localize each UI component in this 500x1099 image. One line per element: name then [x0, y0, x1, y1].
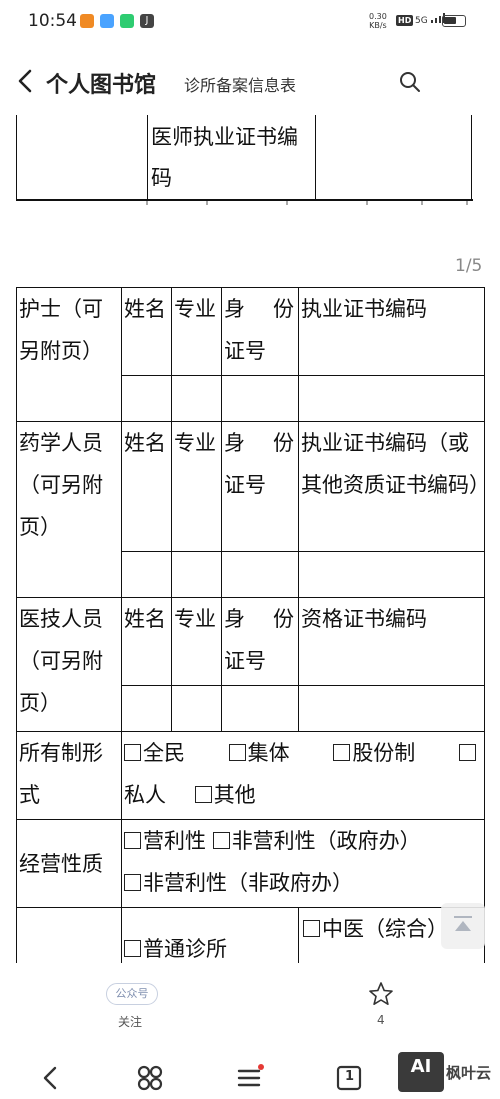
checkbox-icon[interactable] [303, 920, 320, 937]
signal-icon: 5G [415, 13, 445, 26]
option-clinic-general[interactable]: 普通诊所 [121, 907, 299, 963]
status-time: 10:54 [28, 11, 77, 31]
cell-empty[interactable] [298, 375, 485, 422]
checkbox-icon[interactable] [124, 940, 141, 957]
physician-cert-label: 医师执业证书编码 [151, 125, 298, 190]
notification-app-icon [100, 14, 114, 28]
checkbox-icon[interactable] [124, 832, 141, 849]
network-speed-value: 0.30 [369, 12, 387, 21]
cell-empty[interactable] [298, 685, 485, 732]
document-content[interactable]: 医师执业证书编码 1/5 护士（可另附页） 姓名 专业 身份 证号 执业证书编码… [0, 115, 500, 963]
header-name: 姓名 [121, 287, 172, 376]
row-label-pharmacist: 药学人员（可另附页） [16, 421, 122, 598]
favorite-count: 4 [377, 1013, 385, 1027]
header-major: 专业 [171, 421, 222, 552]
search-icon[interactable] [398, 70, 422, 94]
option-ownership[interactable]: 其他 [194, 783, 256, 807]
cell-empty[interactable] [171, 375, 222, 422]
header-cert: 执业证书编码 [298, 287, 485, 376]
clinic-registration-table: 护士（可另附页） 姓名 专业 身份 证号 执业证书编码 药学人员（可另附页） 姓… [16, 287, 485, 963]
header-cert: 执业证书编码（或其他资质证书编码） [298, 421, 485, 552]
network-speed-unit: KB/s [369, 21, 387, 30]
checkbox-icon[interactable] [228, 744, 246, 761]
star-icon[interactable] [368, 981, 394, 1007]
follow-label[interactable]: 关注 [118, 1013, 142, 1030]
table-row: 经营性质 营利性 非营利性（政府办） 非营利性（非政府办） [16, 819, 485, 908]
header-cert: 资格证书编码 [298, 597, 485, 686]
row-label-medtech: 医技人员（可另附页） [16, 597, 122, 732]
notification-app-icon [120, 14, 134, 28]
table-row: 所有制形式 全民 集体 股份制 私人 其他 [16, 731, 485, 820]
nav-shortcut-icon[interactable] [135, 1063, 165, 1093]
row-label-ownership: 所有制形式 [16, 731, 122, 820]
arrow-up-icon [454, 916, 472, 931]
business-options: 营利性 非营利性（政府办） 非营利性（非政府办） [121, 819, 485, 908]
header-id: 身份 证号 [221, 421, 299, 552]
page-indicator: 1/5 [455, 256, 483, 276]
follow-official-account-button[interactable]: 公众号 [106, 983, 158, 1005]
previous-page-fragment: 医师执业证书编码 [16, 115, 473, 205]
cell-empty[interactable] [171, 685, 222, 732]
app-title[interactable]: 个人图书馆 [46, 67, 156, 99]
cell-empty[interactable] [221, 375, 299, 422]
status-bar: 10:54 J 0.30 KB/s HD 5G [0, 0, 500, 44]
checkbox-icon[interactable] [212, 832, 230, 849]
battery-icon [442, 15, 466, 27]
header-major: 专业 [171, 287, 222, 376]
header-id: 身份 证号 [221, 597, 299, 686]
row-label-business: 经营性质 [16, 819, 122, 908]
cell-empty[interactable] [121, 685, 172, 732]
header-id: 身份 证号 [221, 287, 299, 376]
cell-empty[interactable] [171, 551, 222, 598]
header-name: 姓名 [121, 597, 172, 686]
header-name: 姓名 [121, 421, 172, 552]
tab-count: 1 [345, 1069, 355, 1084]
checkbox-icon[interactable] [333, 744, 351, 761]
table-row: 普通诊所 中医（综合） [16, 907, 485, 963]
checkbox-icon[interactable] [458, 744, 476, 761]
back-arrow-icon[interactable] [14, 66, 40, 96]
option-business[interactable]: 非营利性（非政府办） [124, 871, 353, 895]
page-edge-ticks [146, 201, 468, 205]
option-ownership[interactable]: 集体 [228, 733, 290, 775]
row-label-clinic-type [16, 907, 122, 963]
watermark-logo: AI [398, 1052, 444, 1092]
watermark: AI 枫叶云 [398, 1052, 491, 1092]
network-speed: 0.30 KB/s [369, 12, 387, 30]
option-ownership[interactable]: 全民 [124, 733, 185, 775]
action-bar: 公众号 关注 4 [0, 963, 500, 1035]
cell-empty[interactable] [121, 375, 172, 422]
table-row: 药学人员（可另附页） 姓名 专业 身份 证号 执业证书编码（或其他资质证书编码） [16, 421, 485, 598]
option-ownership[interactable]: 私人 [124, 783, 166, 807]
cell-empty[interactable] [221, 685, 299, 732]
checkbox-icon[interactable] [124, 744, 141, 761]
cell-empty[interactable] [121, 551, 172, 598]
ownership-options: 全民 集体 股份制 私人 其他 [121, 731, 485, 820]
checkbox-icon[interactable] [194, 786, 212, 803]
table-row: 护士（可另附页） 姓名 专业 身份 证号 执业证书编码 [16, 287, 485, 422]
hd-badge: HD [396, 15, 414, 26]
nav-back-icon[interactable] [36, 1063, 66, 1093]
option-business[interactable]: 非营利性（政府办） [212, 829, 421, 853]
notification-icons: J [80, 14, 154, 28]
signal-label: 5G [415, 16, 428, 26]
option-ownership[interactable]: 股份制 [333, 733, 415, 775]
row-label-nurse: 护士（可另附页） [16, 287, 122, 422]
cell-empty[interactable] [298, 551, 485, 598]
header-major: 专业 [171, 597, 222, 686]
notification-app-icon [80, 14, 94, 28]
option-business[interactable]: 营利性 [124, 829, 206, 853]
checkbox-icon[interactable] [124, 874, 141, 891]
nav-menu-icon[interactable] [235, 1063, 265, 1093]
header-bar: 个人图书馆 诊所备案信息表 [0, 56, 500, 108]
watermark-text: 枫叶云 [446, 1063, 492, 1082]
notification-app-icon: J [140, 14, 154, 28]
document-title: 诊所备案信息表 [184, 76, 297, 95]
scroll-to-top-button[interactable] [441, 903, 485, 949]
table-row: 医技人员（可另附页） 姓名 专业 身份 证号 资格证书编码 [16, 597, 485, 732]
cell-empty[interactable] [221, 551, 299, 598]
